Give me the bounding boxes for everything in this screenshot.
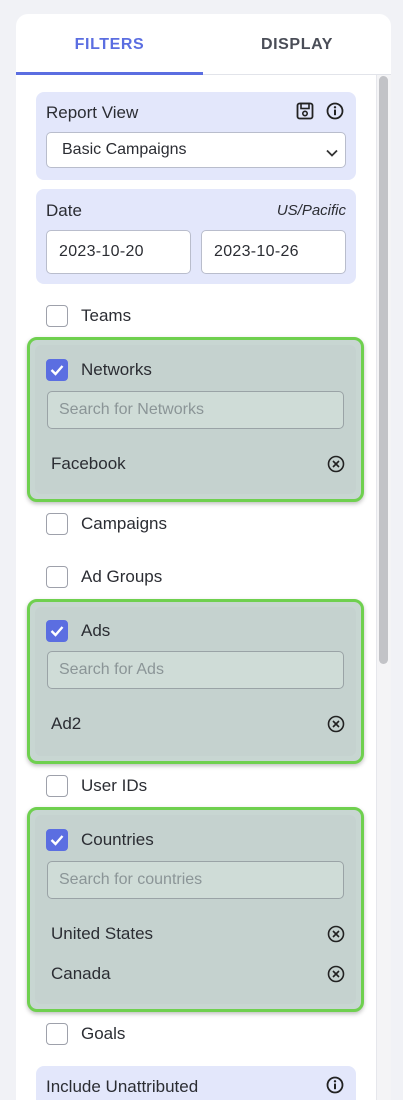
ads-search-input[interactable]: Search for Ads: [47, 651, 344, 689]
report-view-card: Report View Basic Campaigns: [36, 92, 356, 180]
ad-groups-checkbox[interactable]: [46, 566, 68, 588]
country-item-label: Canada: [51, 964, 111, 983]
networks-checkbox[interactable]: [46, 359, 68, 381]
user-ids-label[interactable]: User IDs: [81, 776, 147, 796]
tab-bar: FILTERS DISPLAY: [16, 14, 391, 75]
teams-filter: Teams: [46, 304, 131, 328]
start-date-input[interactable]: 2023-10-20: [46, 230, 191, 274]
include-unattributed-title: Include Unattributed: [46, 1077, 199, 1096]
include-unattributed-card: Include Unattributed: [36, 1066, 356, 1100]
networks-filter: Networks: [46, 358, 152, 382]
scrollbar-thumb[interactable]: [379, 76, 388, 664]
save-icon[interactable]: [295, 101, 315, 121]
goals-filter: Goals: [46, 1022, 125, 1046]
teams-label[interactable]: Teams: [81, 306, 131, 326]
countries-checkbox[interactable]: [46, 829, 68, 851]
checkmark-icon: [50, 626, 64, 637]
goals-checkbox[interactable]: [46, 1023, 68, 1045]
report-view-title: Report View: [46, 103, 139, 122]
info-icon[interactable]: [325, 1075, 345, 1095]
checkmark-icon: [50, 365, 64, 376]
ads-checkbox[interactable]: [46, 620, 68, 642]
user-ids-filter: User IDs: [46, 774, 147, 798]
countries-search-input[interactable]: Search for countries: [47, 861, 344, 899]
countries-filter: Countries: [46, 828, 154, 852]
end-date-input[interactable]: 2023-10-26: [201, 230, 346, 274]
info-icon[interactable]: [325, 101, 345, 121]
remove-icon[interactable]: [326, 714, 346, 734]
goals-label[interactable]: Goals: [81, 1024, 125, 1044]
user-ids-checkbox[interactable]: [46, 775, 68, 797]
remove-icon[interactable]: [326, 964, 346, 984]
countries-filter-box: Countries Search for countries United St…: [27, 807, 364, 1012]
report-view-selected: Basic Campaigns: [62, 141, 187, 158]
ads-filter: Ads: [46, 619, 110, 643]
date-card: Date US/Pacific 2023-10-20 2023-10-26: [36, 189, 356, 284]
list-item: Canada: [51, 962, 346, 986]
filters-panel: FILTERS DISPLAY Report View Basic Campai…: [16, 14, 391, 1100]
networks-search-input[interactable]: Search for Networks: [47, 391, 344, 429]
ads-filter-box: Ads Search for Ads Ad2: [27, 599, 364, 764]
tab-filters[interactable]: FILTERS: [16, 14, 203, 75]
campaigns-label[interactable]: Campaigns: [81, 514, 167, 534]
checkmark-icon: [50, 835, 64, 846]
ad-groups-label[interactable]: Ad Groups: [81, 567, 162, 587]
remove-icon[interactable]: [326, 454, 346, 474]
network-item-label: Facebook: [51, 454, 126, 473]
ad-groups-filter: Ad Groups: [46, 565, 162, 589]
campaigns-checkbox[interactable]: [46, 513, 68, 535]
networks-filter-box: Networks Search for Networks Facebook: [27, 337, 364, 502]
countries-label[interactable]: Countries: [81, 830, 154, 850]
ad-item-label: Ad2: [51, 714, 82, 733]
active-tab-indicator: [16, 72, 203, 75]
networks-label[interactable]: Networks: [81, 360, 152, 380]
country-item-label: United States: [51, 924, 154, 943]
date-title: Date: [46, 201, 82, 220]
remove-icon[interactable]: [326, 924, 346, 944]
campaigns-filter: Campaigns: [46, 512, 167, 536]
ads-label[interactable]: Ads: [81, 621, 110, 641]
chevron-down-icon: [326, 144, 338, 162]
report-view-select[interactable]: Basic Campaigns: [46, 132, 346, 168]
list-item: United States: [51, 922, 346, 946]
list-item: Ad2: [51, 712, 346, 736]
teams-checkbox[interactable]: [46, 305, 68, 327]
tab-display[interactable]: DISPLAY: [203, 14, 391, 75]
timezone-label: US/Pacific: [276, 202, 346, 219]
list-item: Facebook: [51, 452, 346, 476]
